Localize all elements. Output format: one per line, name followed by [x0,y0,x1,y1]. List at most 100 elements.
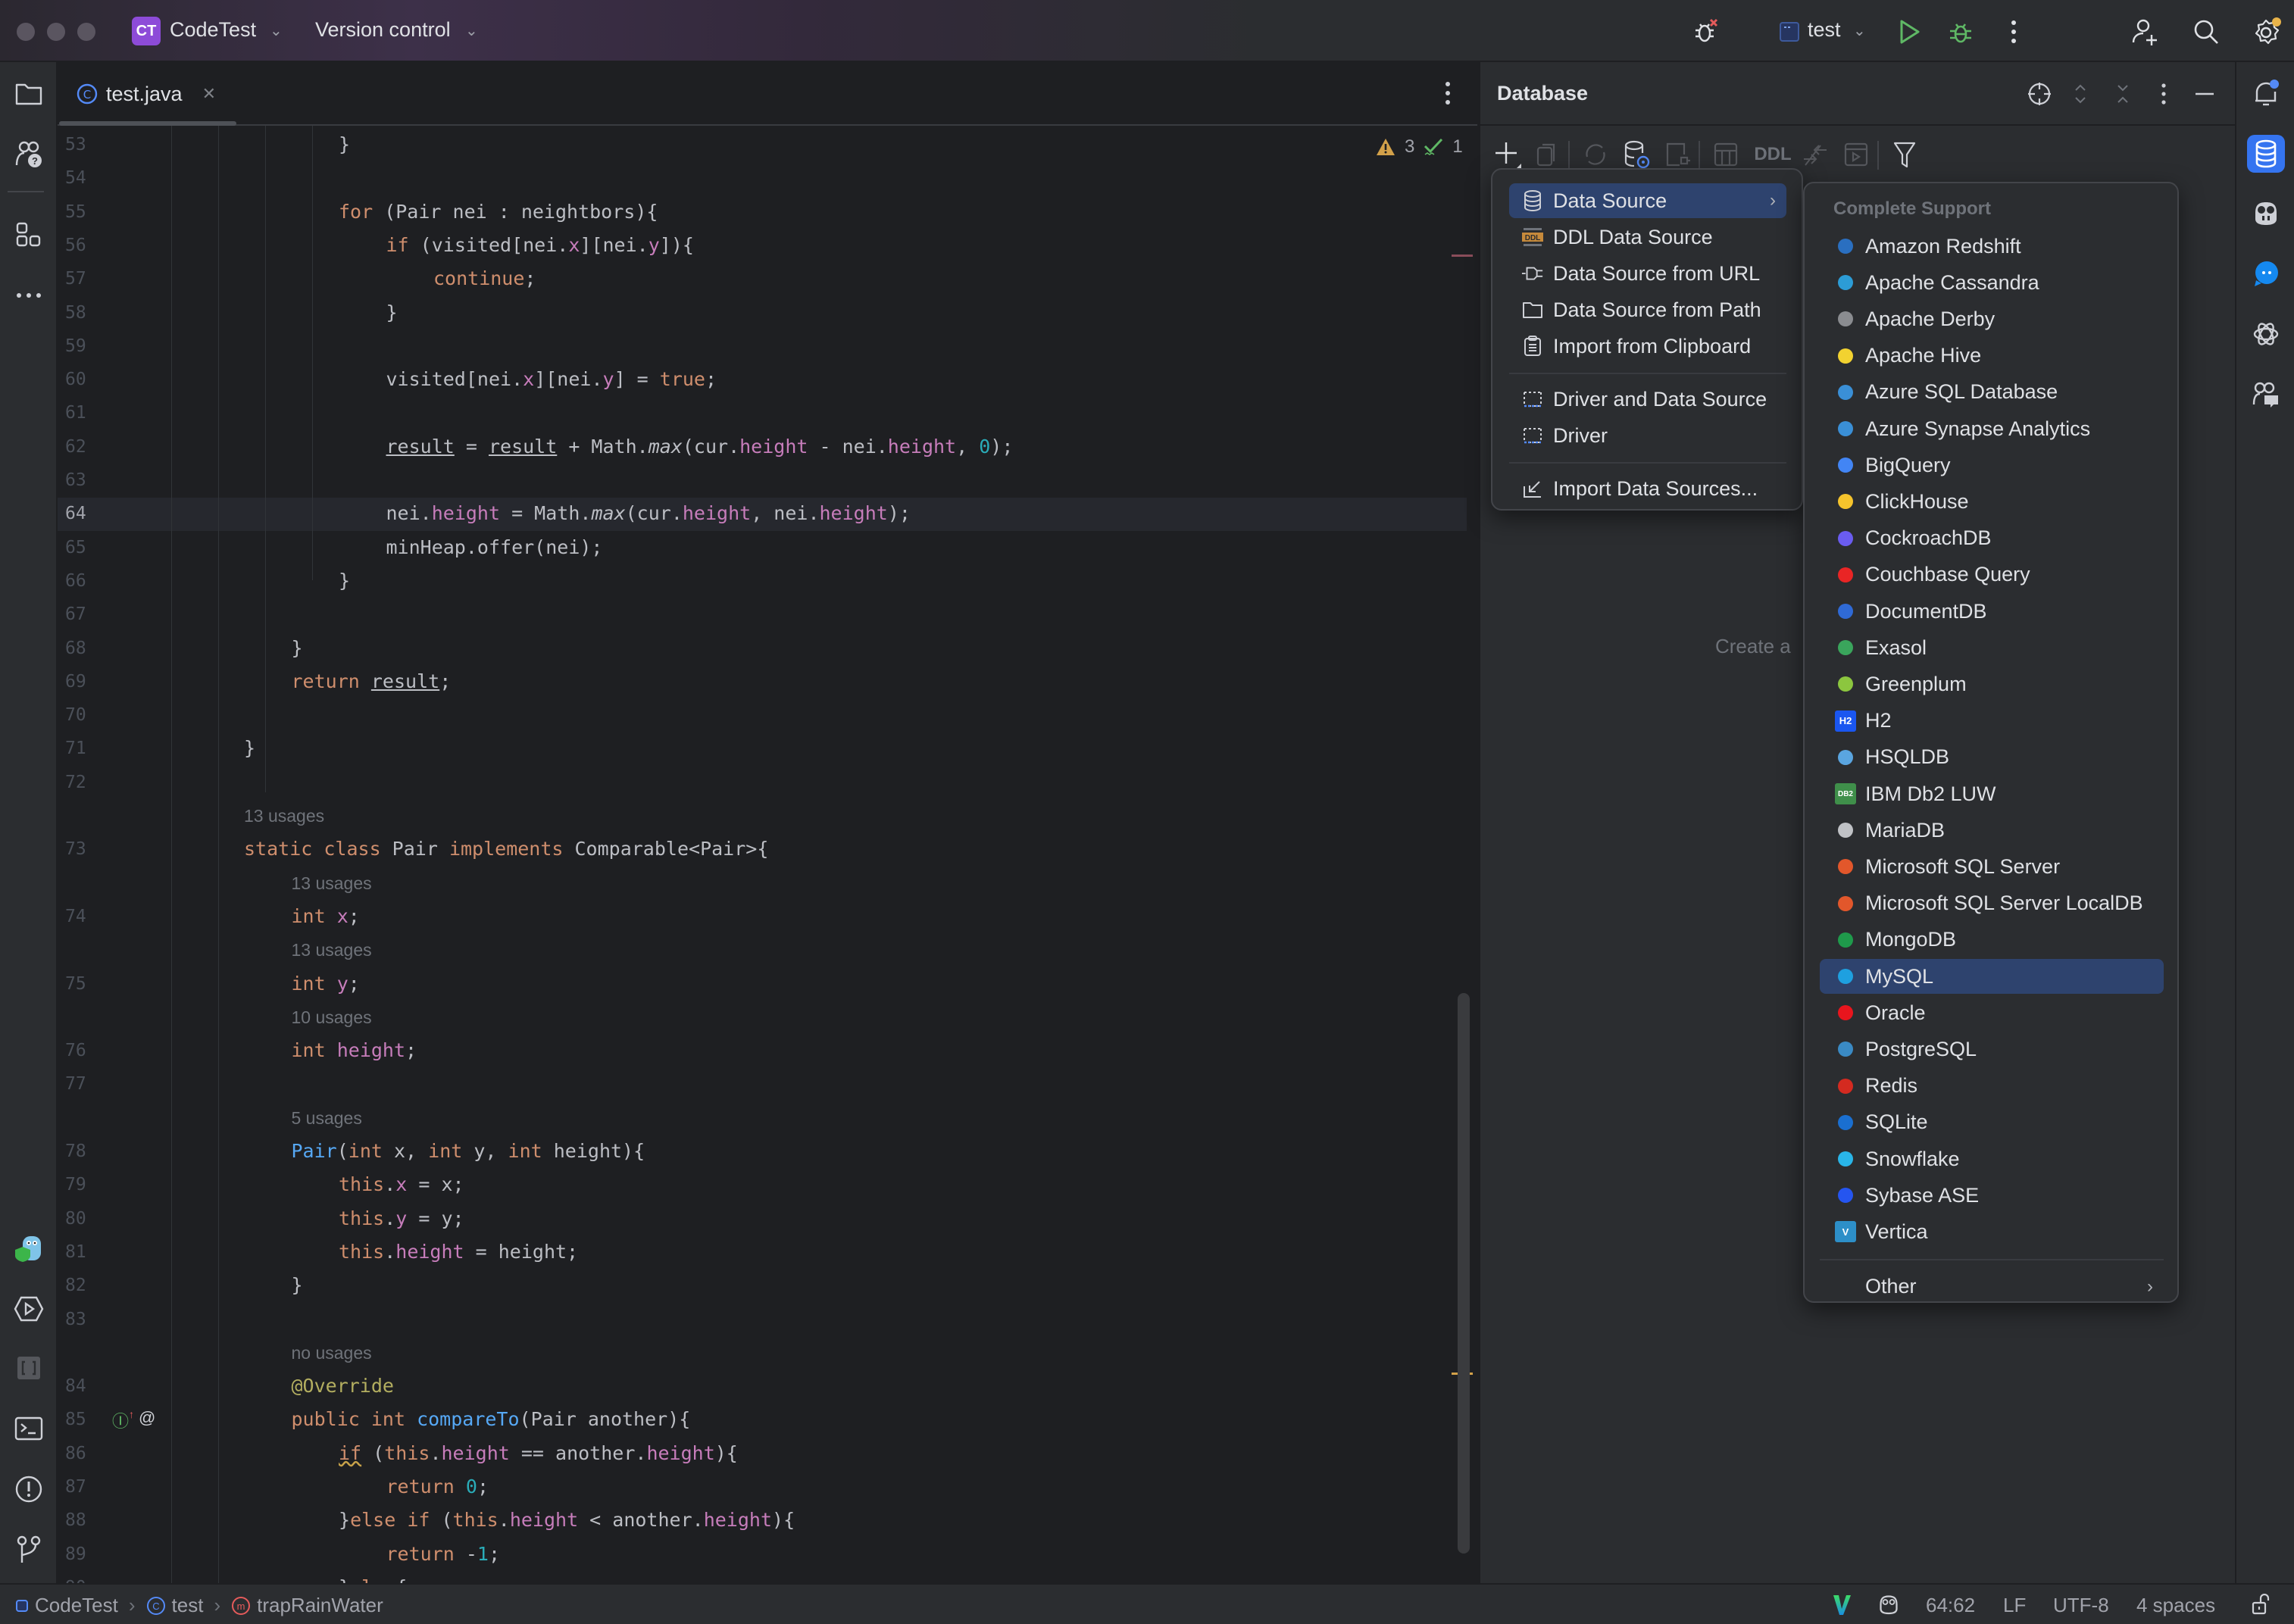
datasource-vertica[interactable]: V Vertica [1820,1214,2164,1249]
code-line[interactable]: public int compareTo(Pair another){ [292,1408,691,1430]
close-tab-icon[interactable]: ✕ [202,84,216,104]
expand-all-icon[interactable] [2064,77,2097,111]
jump-to-console-icon[interactable] [1661,138,1694,171]
code-line[interactable]: if (this.height == another.height){ [339,1442,738,1464]
data-source-properties-icon[interactable] [1620,138,1653,171]
code-editor[interactable]: 3 1 ︿ ﹀ 53} 54 55 for (Pair nei : neightbor… [58,126,1477,1583]
line-number[interactable]: 67 [65,604,111,624]
window-close-button[interactable] [17,23,35,41]
line-number[interactable]: 64 [65,504,111,523]
line-number[interactable]: 56 [65,236,111,255]
refresh-icon[interactable] [1579,138,1612,171]
more-actions-icon[interactable] [1997,15,2030,48]
datasource-mariadb[interactable]: MariaDB [1820,813,2164,848]
locate-crosshair-icon[interactable] [2023,77,2056,111]
duplicate-icon[interactable] [1530,138,1564,171]
datasource-cockroachdb[interactable]: CockroachDB [1820,521,2164,556]
notifications-bell-icon[interactable] [2247,74,2285,112]
line-number[interactable]: 71 [65,739,111,758]
datasource-redis[interactable]: Redis [1820,1069,2164,1104]
datasource-ibm-db2-luw[interactable]: DB2 IBM Db2 LUW [1820,776,2164,811]
run-config-dropdown[interactable]: test [1808,18,1841,42]
line-number[interactable]: 81 [65,1242,111,1262]
line-number[interactable]: 86 [65,1444,111,1463]
project-badge[interactable]: CT [132,17,161,45]
usages-hint[interactable]: 13 usages [244,806,324,826]
datasource-microsoft-sql-server-localdb[interactable]: Microsoft SQL Server LocalDB [1820,886,2164,921]
datasource-oracle[interactable]: Oracle [1820,995,2164,1030]
code-line[interactable]: this.y = y; [339,1207,464,1229]
code-line[interactable]: } [244,737,255,759]
table-icon[interactable] [1709,138,1742,171]
editor-vertical-scrollbar[interactable] [1458,993,1470,1554]
line-number[interactable]: 79 [65,1175,111,1195]
code-line[interactable]: int height; [292,1039,417,1061]
gopher-plugin-icon[interactable] [12,1232,45,1265]
usages-hint[interactable]: 13 usages [292,873,372,894]
line-number[interactable]: 70 [65,705,111,725]
caret-position[interactable]: 64:62 [1926,1594,1975,1617]
datasource-apache-derby[interactable]: Apache Derby [1820,301,2164,336]
line-number[interactable]: 88 [65,1510,111,1530]
datasource-microsoft-sql-server[interactable]: Microsoft SQL Server [1820,849,2164,884]
code-line[interactable]: int y; [292,973,360,995]
code-line[interactable]: } [339,133,350,155]
datasource-other[interactable]: Other › [1820,1270,2164,1304]
line-number[interactable]: 62 [65,437,111,457]
code-line[interactable]: nei.height = Math.max(cur.height, nei.he… [386,502,911,524]
line-number[interactable]: 89 [65,1544,111,1564]
indent-selector[interactable]: 4 spaces [2136,1594,2215,1617]
line-number[interactable]: 76 [65,1041,111,1060]
compare-icon[interactable] [1799,138,1832,171]
datasource-snowflake[interactable]: Snowflake [1820,1141,2164,1176]
line-number[interactable]: 73 [65,839,111,859]
line-ending-selector[interactable]: LF [2003,1594,2026,1617]
datasource-clickhouse[interactable]: ClickHouse [1820,484,2164,519]
version-control-dropdown[interactable]: Version control [315,18,451,42]
copilot-status-icon[interactable] [1877,1594,1900,1615]
line-number[interactable]: 61 [65,403,111,423]
line-number[interactable]: 90 [65,1578,111,1583]
menu-item-ddl-data-source[interactable]: DDL DDL Data Source [1509,220,1786,255]
usages-hint[interactable]: 5 usages [292,1108,362,1129]
read-only-lock-icon[interactable] [2252,1594,2270,1615]
window-minimize-button[interactable] [47,23,65,41]
implements-gutter-icon[interactable]: Ⓘ ↑ @ [112,1408,155,1432]
datasource-sqlite[interactable]: SQLite [1820,1105,2164,1140]
add-icon[interactable] [1491,138,1524,171]
breadcrumb-method[interactable]: trapRainWater [257,1594,383,1617]
code-line[interactable]: return result; [292,670,452,692]
code-line[interactable]: } [386,301,398,323]
breadcrumb-project[interactable]: CodeTest [35,1594,118,1617]
openai-icon[interactable] [2247,315,2285,353]
services-run-icon[interactable] [12,1292,45,1326]
window-zoom-button[interactable] [77,23,95,41]
datasource-postgresql[interactable]: PostgreSQL [1820,1032,2164,1067]
breadcrumb-class[interactable]: test [172,1594,204,1617]
line-number[interactable]: 85 [65,1410,111,1429]
code-line[interactable]: }else{ [339,1576,407,1583]
code-line[interactable]: minHeap.offer(nei); [386,536,603,558]
code-line[interactable]: static class Pair implements Comparable<… [244,838,768,860]
datasource-apache-cassandra[interactable]: Apache Cassandra [1820,265,2164,300]
line-number[interactable]: 83 [65,1310,111,1329]
line-number[interactable]: 54 [65,168,111,188]
line-number[interactable]: 84 [65,1376,111,1396]
code-with-me-chat-icon[interactable] [2247,376,2285,414]
code-line[interactable]: this.x = x; [339,1173,464,1195]
line-number[interactable]: 78 [65,1141,111,1161]
query-console-icon[interactable] [1839,138,1873,171]
code-line[interactable]: Pair(int x, int y, int height){ [292,1140,645,1162]
datasource-azure-sql-database[interactable]: Azure SQL Database [1820,375,2164,410]
code-line[interactable]: result = result + Math.max(cur.height - … [386,436,1014,458]
vim-plugin-icon[interactable] [1832,1594,1852,1616]
menu-item-import-from-clipboard[interactable]: Import from Clipboard [1509,329,1786,364]
line-number[interactable]: 55 [65,202,111,222]
line-number[interactable]: 58 [65,303,111,323]
search-icon[interactable] [2189,15,2223,48]
project-folder-icon[interactable] [12,77,45,111]
datasource-amazon-redshift[interactable]: Amazon Redshift [1820,229,2164,264]
code-line[interactable]: return 0; [386,1476,489,1498]
code-line[interactable]: visited[nei.x][nei.y] = true; [386,368,717,390]
menu-item-data-source-from-url[interactable]: Data Source from URL [1509,256,1786,291]
